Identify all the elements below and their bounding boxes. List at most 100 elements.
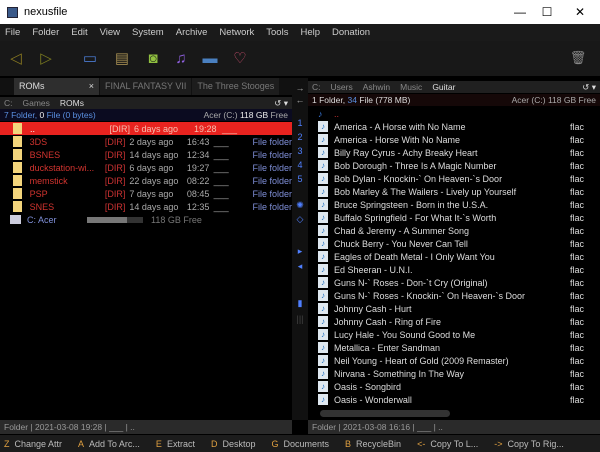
crumb-c[interactable]: C: (312, 82, 321, 92)
fkey-documents[interactable]: G Documents (267, 439, 329, 449)
bookmark-4[interactable]: 4 (292, 160, 308, 170)
copy-right-icon[interactable]: → (292, 83, 308, 93)
file-row[interactable]: ♪ Bob Marley & The Wailers - Lively up Yo… (308, 185, 600, 198)
fkey-extract[interactable]: E Extract (152, 439, 195, 449)
file-name: Chuck Berry - You Never Can Tell (334, 238, 468, 249)
file-row[interactable]: ♪ Johnny Cash - Hurt flac (308, 302, 600, 315)
fkey-key: B (345, 438, 352, 449)
cell-time: 19:28 (194, 123, 217, 134)
menu-tools[interactable]: Tools (266, 27, 288, 38)
recycle-bin-icon[interactable]: 🗑 (568, 48, 588, 68)
file-row[interactable]: duckstation-wi... [DIR] 6 days ago 19:27 ___… (0, 161, 292, 174)
crumb-roms[interactable]: ROMs (60, 98, 84, 108)
desktop-icon[interactable]: ▭ (80, 48, 100, 68)
menu-archive[interactable]: Archive (176, 27, 208, 38)
crumb-music[interactable]: Music (400, 82, 422, 92)
copy-left-icon[interactable]: ← (292, 95, 308, 105)
menu-donation[interactable]: Donation (332, 27, 370, 38)
right-status-bar: Folder | 2021-03-08 16:16 | ___ | .. (308, 420, 600, 434)
file-row[interactable]: ♪ America - A Horse with No Name flac (308, 120, 600, 133)
back-icon[interactable]: ◁ (6, 48, 26, 68)
refresh-button[interactable]: ↺ ▾ (274, 98, 288, 109)
crumb-guitar[interactable]: Guitar (432, 82, 455, 92)
menu-network[interactable]: Network (219, 27, 254, 38)
documents-icon[interactable]: ▤ (112, 48, 132, 68)
fkey-recyclebin[interactable]: B RecycleBin (341, 439, 401, 449)
fkey-copy-to-l-[interactable]: <- Copy To L... (413, 439, 478, 449)
menu-help[interactable]: Help (300, 27, 320, 38)
file-row[interactable]: ♪ Bob Dylan - Knockin-` On Heaven-`s Door… (308, 172, 600, 185)
crumb-users[interactable]: Users (331, 82, 353, 92)
folder-icon (13, 149, 22, 160)
file-row[interactable]: ♪ Chuck Berry - You Never Can Tell flac (308, 237, 600, 250)
file-row[interactable]: ♪ Billy Ray Cyrus - Achy Breaky Heart flac (308, 146, 600, 159)
file-row[interactable]: ♪ Lucy Hale - You Sound Good to Me flac (308, 328, 600, 341)
crumb-c[interactable]: C: (4, 98, 13, 108)
file-row[interactable]: ♪ Metallica - Enter Sandman flac (308, 341, 600, 354)
chart-icon[interactable]: ▮ (292, 298, 308, 309)
file-row[interactable]: BSNES [DIR] 14 days ago 12:34 ___ File folder (0, 148, 292, 161)
tab-roms[interactable]: ROMs × (14, 78, 99, 95)
tab-three-stooges[interactable]: The Three Stooges (192, 78, 280, 95)
fkey-desktop[interactable]: D Desktop (207, 439, 256, 449)
parent-row[interactable]: ♪.. (308, 107, 600, 120)
file-row[interactable]: 3DS [DIR] 2 days ago 16:43 ___ File folder (0, 135, 292, 148)
file-row[interactable]: PSP [DIR] 7 days ago 08:45 ___ File folder (0, 187, 292, 200)
file-name: America - A Horse with No Name (334, 121, 466, 132)
fkey-label: Documents (283, 438, 330, 449)
file-row[interactable]: ♪ Nirvana - Something In The Way flac (308, 367, 600, 380)
pictures-icon[interactable]: ◙ (143, 48, 163, 68)
horizontal-scrollbar[interactable] (320, 410, 450, 417)
file-ext: flac (570, 225, 585, 236)
file-row[interactable]: ♪ Guns N-` Roses - Knockin-` On Heaven-`s… (308, 289, 600, 302)
menu-folder[interactable]: Folder (32, 27, 59, 38)
file-row[interactable]: ♪ Neil Young - Heart of Gold (2009 Remast… (308, 354, 600, 367)
file-row[interactable]: ♪ Buffalo Springfield - For What It-`s Wo… (308, 211, 600, 224)
file-row[interactable]: ♪ Bruce Springsteen - Born in the U.S.A. f… (308, 198, 600, 211)
menu-file[interactable]: File (5, 27, 20, 38)
fkey-add-to-arc-[interactable]: A Add To Arc... (74, 439, 140, 449)
gear-icon[interactable]: ✺ (292, 200, 308, 211)
refresh-button[interactable]: ↺ ▾ (582, 82, 596, 93)
tab-final-fantasy[interactable]: FINAL FANTASY VII (100, 78, 192, 95)
file-row[interactable]: ♪ Eagles of Death Metal - I Only Want You… (308, 250, 600, 263)
favorites-icon[interactable]: ♡ (230, 48, 250, 68)
bookmark-2[interactable]: 2 (292, 132, 308, 142)
fkey-label: Copy To L... (430, 438, 479, 449)
file-row[interactable]: ♪ Ed Sheeran - U.N.I. flac (308, 263, 600, 276)
file-row[interactable]: memstick [DIR] 22 days ago 08:22 ___ File fol… (0, 174, 292, 187)
close-tab-icon[interactable]: × (89, 81, 94, 92)
file-row[interactable]: ♪ Bob Dorough - Three Is A Magic Number fl… (308, 159, 600, 172)
file-row[interactable]: ♪ Chad & Jeremy - A Summer Song flac (308, 224, 600, 237)
fkey-change-attr[interactable]: Z Change Attr (0, 439, 62, 449)
menu-system[interactable]: System (132, 27, 164, 38)
drive-icon (10, 215, 21, 224)
menu-edit[interactable]: Edit (71, 27, 87, 38)
file-row[interactable]: ♪ Johnny Cash - Ring of Fire flac (308, 315, 600, 328)
music-icon[interactable]: ♫ (171, 48, 191, 68)
file-row[interactable]: ♪ Oasis - Songbird flac (308, 380, 600, 393)
forward-icon[interactable]: ▷ (36, 48, 56, 68)
title-bar: nexusfile — ☐ ✕ (0, 0, 600, 24)
grip-icon[interactable]: ||| (292, 314, 308, 324)
diamond-icon[interactable]: ◇ (292, 214, 308, 225)
videos-icon[interactable]: ▬ (200, 48, 220, 68)
bookmark-1[interactable]: 1 (292, 118, 308, 128)
file-row[interactable]: ♪ Guns N-` Roses - Don-`t Cry (Original) f… (308, 276, 600, 289)
file-row[interactable]: ♪ Oasis - Wonderwall flac (308, 393, 600, 406)
file-row[interactable]: SNES [DIR] 14 days ago 12:35 ___ File folder (0, 200, 292, 213)
file-row[interactable]: .. [DIR] 6 days ago 19:28 ___ (0, 122, 292, 135)
menu-view[interactable]: View (100, 27, 120, 38)
close-button[interactable]: ✕ (560, 0, 600, 24)
play-right-icon[interactable]: ▸ (292, 246, 308, 257)
play-left-icon[interactable]: ◂ (292, 261, 308, 272)
file-row[interactable]: ♪ America - Horse With No Name flac (308, 133, 600, 146)
audio-file-icon: ♪ (318, 368, 328, 379)
drive-row[interactable]: C: Acer 118 GB Free (0, 213, 292, 226)
function-key-bar: Z Change Attr A Add To Arc... E Extract D Deskt… (0, 435, 600, 452)
fkey-copy-to-rig-[interactable]: -> Copy To Rig... (490, 439, 564, 449)
crumb-ashwin[interactable]: Ashwin (363, 82, 390, 92)
crumb-games[interactable]: Games (23, 98, 50, 108)
bookmark-3[interactable]: 3 (292, 146, 308, 156)
bookmark-5[interactable]: 5 (292, 174, 308, 184)
